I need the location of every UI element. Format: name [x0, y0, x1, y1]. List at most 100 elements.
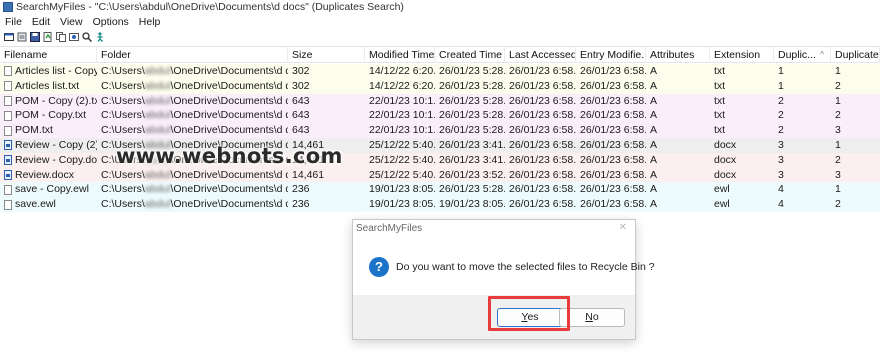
- close-icon[interactable]: ✕: [619, 222, 627, 233]
- cell-entry-modified: 26/01/23 6:58...: [580, 94, 646, 107]
- folder-username-redacted: abdul: [144, 94, 171, 107]
- cell-last-accessed: 26/01/23 6:58...: [509, 168, 576, 181]
- cell-size: 302: [292, 79, 310, 92]
- cell-last-accessed: 26/01/23 6:58...: [509, 109, 576, 122]
- column-size[interactable]: Size: [288, 47, 365, 63]
- folder-username-redacted: abdul: [144, 65, 171, 77]
- cell-attributes: A: [650, 139, 658, 151]
- cell-last-accessed: 26/01/23 6:58...: [509, 139, 576, 151]
- cell-duplicate-number: 1: [835, 139, 841, 151]
- properties-icon[interactable]: [69, 32, 79, 42]
- cell-attributes: A: [650, 198, 658, 211]
- menu-help[interactable]: Help: [138, 16, 162, 28]
- table-row[interactable]: Articles list.txt C:\Users\abdul\OneDrive…: [0, 78, 880, 94]
- column-modified-time[interactable]: Modified Time: [365, 47, 435, 63]
- no-label: o: [592, 311, 599, 323]
- cell-entry-modified: 26/01/23 6:58...: [580, 65, 646, 77]
- cell-duplicate-group: 1: [778, 79, 784, 92]
- table-row[interactable]: Review.docx C:\Users\abdul\OneDrive\Docum…: [0, 167, 880, 183]
- folder-suffix: \OneDrive\Documents\d docs: [170, 65, 288, 77]
- filename-text: Review - Copy.docx: [15, 153, 97, 166]
- options-icon[interactable]: [4, 32, 14, 42]
- column-filename[interactable]: Filename: [0, 47, 97, 63]
- table-row[interactable]: POM - Copy (2).txt C:\Users\abdul\OneDriv…: [0, 93, 880, 109]
- filename-text: Articles list - Copy...: [15, 65, 97, 77]
- cell-folder: C:\Users\abdul\OneDrive\Documents\d docs: [97, 64, 288, 79]
- text-file-icon: [4, 184, 12, 195]
- cell-filename: save - Copy.ewl: [0, 182, 97, 197]
- menu-view[interactable]: View: [59, 16, 84, 28]
- cell-size: 643: [292, 94, 310, 107]
- cell-duplicate-number: 1: [835, 183, 841, 196]
- cell-modified-time: 22/01/23 10:1...: [369, 109, 435, 122]
- cell-duplicate-number: 2: [835, 153, 841, 166]
- cell-entry-modified: 26/01/23 6:58...: [580, 183, 646, 196]
- column-entry-modified[interactable]: Entry Modifie...: [576, 47, 646, 63]
- cell-extension: ewl: [714, 183, 730, 196]
- cell-extension: txt: [714, 94, 726, 107]
- folder-prefix: C:\Users\: [101, 168, 145, 181]
- column-duplicate-group[interactable]: Duplic... ^: [774, 47, 831, 63]
- cell-size: 236: [292, 183, 310, 196]
- menu-edit[interactable]: Edit: [31, 16, 51, 28]
- column-folder[interactable]: Folder: [97, 47, 288, 63]
- folder-suffix: \OneDrive\Documents\d docs: [170, 94, 288, 107]
- cell-duplicate-group: 2: [778, 109, 784, 122]
- cell-duplicate-group: 3: [778, 168, 784, 181]
- word-document-icon: [4, 140, 12, 151]
- save-icon[interactable]: [30, 31, 40, 42]
- cell-created-time: 26/01/23 3:52...: [439, 168, 505, 181]
- folder-suffix: \OneDrive\Documents\d docs: [170, 198, 288, 211]
- cell-filename: save.ewl: [0, 197, 97, 212]
- cell-last-accessed: 26/01/23 6:58...: [509, 198, 576, 211]
- folder-username-redacted: abdul: [144, 124, 171, 137]
- cell-entry-modified: 26/01/23 6:58...: [580, 168, 646, 181]
- cell-duplicate-group: 1: [778, 65, 784, 77]
- cell-attributes: A: [650, 79, 658, 92]
- cell-size: 643: [292, 124, 310, 137]
- column-last-accessed[interactable]: Last Accessed...: [505, 47, 576, 63]
- cell-duplicate-group: 3: [778, 153, 784, 166]
- filename-text: Review - Copy (2)....: [15, 139, 97, 151]
- open-icon[interactable]: [17, 32, 27, 42]
- cell-entry-modified: 26/01/23 6:58...: [580, 198, 646, 211]
- menu-options[interactable]: Options: [92, 16, 130, 28]
- copy-icon[interactable]: [56, 31, 66, 42]
- cell-size: 236: [292, 198, 310, 211]
- cell-modified-time: 22/01/23 10:1...: [369, 124, 435, 137]
- cell-duplicate-group: 3: [778, 139, 784, 151]
- cell-filename: POM - Copy (2).txt: [0, 94, 97, 109]
- table-row[interactable]: POM.txt C:\Users\abdul\OneDrive\Documents…: [0, 123, 880, 138]
- folder-username-redacted: abdul: [144, 198, 171, 211]
- cell-duplicate-number: 3: [835, 168, 841, 181]
- cell-extension: txt: [714, 124, 726, 137]
- refresh-icon[interactable]: [43, 31, 53, 42]
- cell-created-time: 26/01/23 5:28...: [439, 79, 505, 92]
- cell-entry-modified: 26/01/23 6:58...: [580, 139, 646, 151]
- cell-duplicate-number: 3: [835, 124, 841, 137]
- folder-prefix: C:\Users\: [101, 94, 145, 107]
- table-row[interactable]: Articles list - Copy...C:\Users\abdul\On…: [0, 64, 880, 79]
- exit-icon[interactable]: [95, 31, 105, 42]
- search-icon[interactable]: [82, 31, 92, 42]
- table-row[interactable]: save.ewl C:\Users\abdul\OneDrive\Document…: [0, 197, 880, 212]
- table-header: Filename Folder Size Modified Time Creat…: [0, 47, 880, 63]
- table-row[interactable]: save - Copy.ewl C:\Users\abdul\OneDrive\D…: [0, 182, 880, 198]
- cell-created-time: 26/01/23 5:28...: [439, 94, 505, 107]
- cell-extension: txt: [714, 79, 726, 92]
- cell-duplicate-number: 2: [835, 109, 841, 122]
- cell-modified-time: 25/12/22 5:40...: [369, 168, 435, 181]
- menu-file[interactable]: File: [4, 16, 23, 28]
- cell-attributes: A: [650, 65, 658, 77]
- cell-modified-time: 25/12/22 5:40...: [369, 153, 435, 166]
- cell-entry-modified: 26/01/23 6:58...: [580, 153, 646, 166]
- column-duplicate-number[interactable]: Duplicate ...: [831, 47, 880, 63]
- column-attributes[interactable]: Attributes: [646, 47, 710, 63]
- table-row[interactable]: POM - Copy.txt C:\Users\abdul\OneDrive\Do…: [0, 108, 880, 124]
- cell-folder: C:\Users\abdul\OneDrive\Documents\d docs: [97, 94, 288, 109]
- column-extension[interactable]: Extension: [710, 47, 774, 63]
- column-created-time[interactable]: Created Time: [435, 47, 505, 63]
- cell-folder: C:\Users\abdul\OneDrive\Documents\d docs: [97, 123, 288, 138]
- sort-ascending-icon: ^: [820, 50, 824, 59]
- question-icon: ?: [369, 257, 389, 277]
